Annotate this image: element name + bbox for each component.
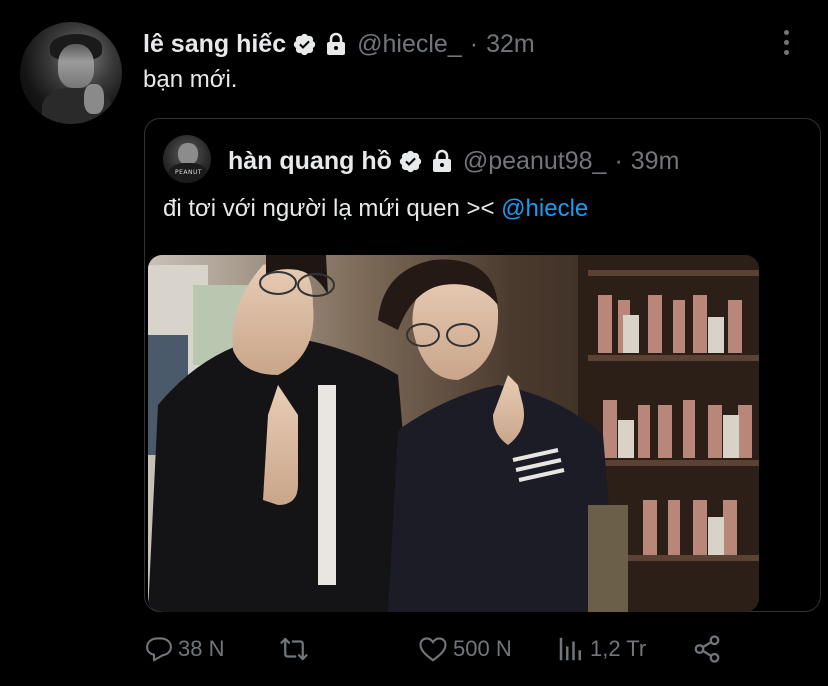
like-button[interactable]: 500 N — [417, 624, 512, 674]
quoted-tweet-header: hàn quang hồ @peanut98_ · 39m — [228, 143, 679, 179]
views-button[interactable]: 1,2 Tr — [556, 624, 646, 674]
author-handle[interactable]: @hiecle_ — [357, 30, 462, 59]
share-button[interactable] — [692, 624, 722, 674]
tweet-timestamp[interactable]: 32m — [486, 30, 535, 59]
quoted-author-avatar[interactable]: PEANUT — [163, 135, 211, 183]
more-options-button[interactable] — [772, 24, 800, 60]
separator-dot: · — [469, 29, 479, 58]
quoted-tweet-timestamp[interactable]: 39m — [631, 147, 680, 176]
like-icon — [417, 634, 449, 664]
verified-badge-icon — [292, 32, 317, 57]
retweet-icon — [278, 634, 310, 664]
lock-icon — [431, 149, 453, 173]
tweet-header: lê sang hiếc @hiecle_ · 32m — [143, 26, 535, 62]
tweet-action-bar: 38 N 500 N 1,2 Tr — [0, 624, 828, 674]
photo-illustration — [148, 255, 759, 612]
quoted-tweet-text: đi tơi với người lạ mứi quen >< @hiecle — [163, 195, 588, 223]
verified-badge-icon — [398, 149, 423, 174]
author-avatar[interactable] — [20, 22, 122, 124]
more-icon — [783, 29, 789, 55]
quoted-tweet-card[interactable]: PEANUT hàn quang hồ @peanut98_ · 39m đi … — [144, 118, 821, 612]
author-display-name[interactable]: lê sang hiếc — [143, 30, 286, 59]
quoted-author-display-name[interactable]: hàn quang hồ — [228, 147, 392, 176]
mention-link[interactable]: @hiecle — [501, 195, 588, 222]
like-count: 500 N — [453, 636, 512, 661]
retweet-button[interactable] — [278, 624, 314, 674]
reply-button[interactable]: 38 N — [144, 624, 224, 674]
lock-icon — [325, 32, 347, 56]
reply-icon — [144, 634, 174, 664]
views-count: 1,2 Tr — [590, 636, 647, 661]
tweet-text: bạn mới. — [143, 66, 238, 93]
views-icon — [556, 634, 586, 664]
quoted-tweet-text-body: đi tơi với người lạ mứi quen >< — [163, 195, 495, 222]
quoted-author-handle[interactable]: @peanut98_ — [463, 147, 607, 176]
share-icon — [692, 634, 722, 664]
tweet-photo[interactable] — [148, 255, 759, 612]
reply-count: 38 N — [178, 636, 225, 661]
separator-dot: · — [614, 146, 623, 175]
